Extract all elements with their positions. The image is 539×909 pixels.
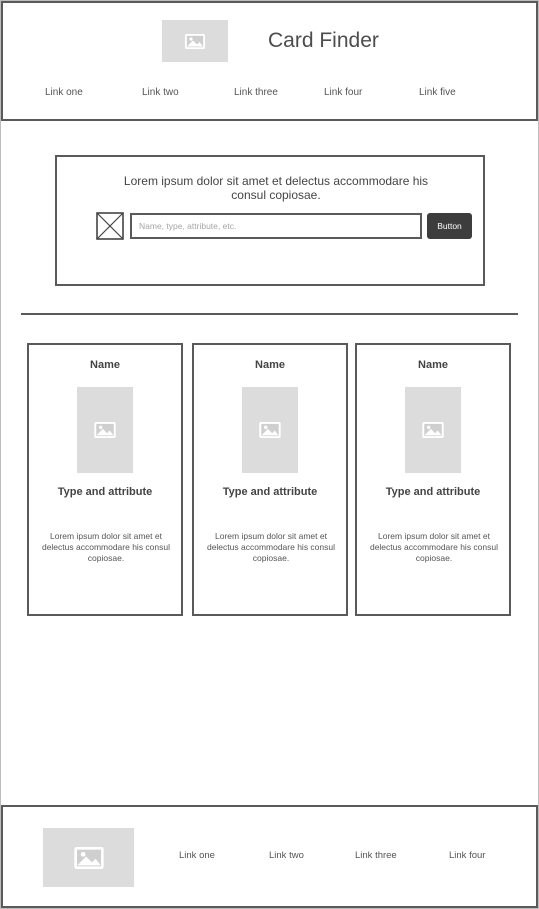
nav-link-five[interactable]: Link five	[419, 87, 456, 98]
card-name: Name	[418, 359, 448, 371]
card-name: Name	[90, 359, 120, 371]
card[interactable]: Name Type and attribute Lorem ipsum dolo…	[27, 343, 183, 616]
card-image-placeholder-icon	[77, 387, 133, 473]
footer-link-three[interactable]: Link three	[355, 850, 397, 861]
site-title: Card Finder	[268, 29, 379, 52]
card-description: Lorem ipsum dolor sit amet et delectus a…	[41, 531, 171, 563]
search-button[interactable]: Button	[427, 213, 472, 239]
card-type: Type and attribute	[222, 486, 318, 498]
nav-link-two[interactable]: Link two	[142, 87, 179, 98]
search-description: Lorem ipsum dolor sit amet et delectus a…	[123, 174, 429, 202]
card-type: Type and attribute	[385, 486, 481, 498]
image-icon	[73, 846, 104, 869]
nav-link-four[interactable]: Link four	[324, 87, 362, 98]
section-divider	[21, 313, 518, 315]
nav-link-one[interactable]: Link one	[45, 87, 83, 98]
card[interactable]: Name Type and attribute Lorem ipsum dolo…	[192, 343, 348, 616]
search-input[interactable]	[130, 213, 422, 239]
footer-link-one[interactable]: Link one	[179, 850, 215, 861]
card[interactable]: Name Type and attribute Lorem ipsum dolo…	[355, 343, 511, 616]
image-icon	[185, 33, 205, 49]
footer-logo-image-placeholder-icon[interactable]	[43, 828, 134, 887]
card-description: Lorem ipsum dolor sit amet et delectus a…	[369, 531, 499, 563]
footer-link-two[interactable]: Link two	[269, 850, 304, 861]
footer-link-four[interactable]: Link four	[449, 850, 485, 861]
image-icon	[422, 422, 444, 438]
card-type: Type and attribute	[57, 486, 153, 498]
image-icon	[259, 422, 281, 438]
image-icon	[94, 422, 116, 438]
x-box-icon[interactable]	[96, 212, 124, 240]
card-description: Lorem ipsum dolor sit amet et delectus a…	[206, 531, 336, 563]
nav-link-three[interactable]: Link three	[234, 87, 278, 98]
card-image-placeholder-icon	[405, 387, 461, 473]
card-name: Name	[255, 359, 285, 371]
card-image-placeholder-icon	[242, 387, 298, 473]
site-header	[1, 1, 538, 121]
logo-image-placeholder-icon[interactable]	[162, 20, 228, 62]
